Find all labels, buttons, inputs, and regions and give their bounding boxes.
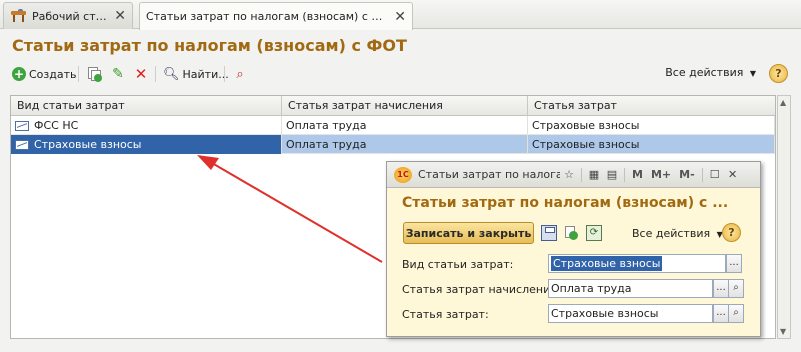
save-and-close-button[interactable]: Записать и закрыть <box>403 222 534 244</box>
cell-text: ФСС НС <box>34 118 79 132</box>
open-icon[interactable]: ⌕ <box>728 279 744 298</box>
select-button[interactable]: ... <box>713 304 729 323</box>
toolbar-divider <box>224 66 225 82</box>
item-form-window: 1C Статьи затрат по налогам... ☆ ▦ ▤ M M… <box>386 161 761 337</box>
cancel-search-button[interactable]: ⌕ <box>232 64 248 84</box>
all-actions-label: Все действия <box>632 227 711 240</box>
table-header: Вид статьи затрат Статья затрат начислен… <box>11 96 775 116</box>
copy-icon <box>86 66 102 82</box>
table-cell: ФСС НС <box>11 116 282 135</box>
copy-button[interactable] <box>86 64 102 84</box>
window-titlebar: 1C Статьи затрат по налогам... ☆ ▦ ▤ M M… <box>387 162 760 188</box>
desktop-icon <box>10 9 27 23</box>
table-cell: Оплата труда <box>282 135 528 154</box>
page-title: Статьи затрат по налогам (взносам) с ФОТ <box>12 36 407 55</box>
tab-strip: Рабочий стол ✕ Статьи затрат по налогам … <box>0 0 801 30</box>
toolbar-divider <box>155 66 156 82</box>
table-cell: Страховые взносы <box>11 135 282 154</box>
help-button[interactable]: ? <box>769 64 788 83</box>
close-icon[interactable]: ✕ <box>114 8 126 24</box>
chevron-down-icon: ▼ <box>749 69 756 78</box>
close-icon[interactable]: ✕ <box>394 9 406 25</box>
field-label-cost: Статья затрат: <box>402 308 489 321</box>
column-header[interactable]: Статья затрат <box>528 96 775 116</box>
plus-icon: + <box>12 67 26 81</box>
find-button-label: Найти... <box>182 67 229 81</box>
delete-button[interactable]: ✕ <box>133 64 149 84</box>
tab-desktop-label: Рабочий стол <box>32 9 109 23</box>
column-header[interactable]: Вид статьи затрат <box>11 96 282 116</box>
pencil-icon: ✎ <box>112 66 124 82</box>
delete-icon: ✕ <box>134 65 148 83</box>
edit-button[interactable]: ✎ <box>110 64 126 84</box>
accrual-field[interactable]: Оплата труда <box>548 279 713 298</box>
all-actions-menu[interactable]: Все действия ▼ <box>632 227 723 240</box>
window-title: Статьи затрат по налогам... <box>418 168 560 181</box>
maximize-icon[interactable]: ☐ <box>706 166 724 184</box>
tab-desktop[interactable]: Рабочий стол ✕ <box>3 2 133 29</box>
close-icon[interactable]: ✕ <box>724 166 742 184</box>
memory-minus-button[interactable]: M- <box>679 168 695 181</box>
kind-field-value: Страховые взносы <box>551 256 663 271</box>
create-button-label: Создать <box>29 67 77 81</box>
calendar-icon[interactable]: ▤ <box>603 166 621 184</box>
all-actions-label: Все действия <box>665 66 744 79</box>
calculator-icon[interactable]: ▦ <box>585 166 603 184</box>
cancel-search-icon: ⌕ <box>236 66 244 82</box>
item-icon <box>15 139 29 150</box>
memory-button[interactable]: M <box>632 168 643 181</box>
titlebar-divider <box>624 167 625 182</box>
bookmark-icon[interactable]: ☆ <box>560 166 578 184</box>
search-icon: 🔍︎ <box>163 66 180 82</box>
cell-text: Страховые взносы <box>34 137 142 151</box>
create-button[interactable]: + Создать <box>12 64 77 84</box>
memory-plus-button[interactable]: M+ <box>651 168 671 181</box>
refresh-icon[interactable]: ⟳ <box>586 225 602 241</box>
all-actions-menu[interactable]: Все действия ▼ <box>665 66 756 79</box>
kind-field[interactable]: Страховые взносы <box>548 254 726 273</box>
select-button[interactable]: ... <box>713 279 729 298</box>
item-icon <box>15 120 29 131</box>
1c-logo-icon: 1C <box>394 166 412 183</box>
table-row-selected[interactable]: Страховые взносы Оплата труда Страховые … <box>11 135 775 154</box>
select-button[interactable]: ... <box>726 254 742 273</box>
table-row[interactable]: ФСС НС Оплата труда Страховые взносы <box>11 116 775 135</box>
find-button[interactable]: 🔍︎ Найти... <box>163 64 229 84</box>
table-cell: Страховые взносы <box>528 116 775 135</box>
column-header[interactable]: Статья затрат начисления <box>282 96 528 116</box>
table-cell: Оплата труда <box>282 116 528 135</box>
open-icon[interactable]: ⌕ <box>728 304 744 323</box>
save-icon[interactable] <box>541 225 557 241</box>
field-label-accrual: Статья затрат начисления: <box>402 283 561 296</box>
toolbar-divider <box>78 66 79 82</box>
form-title: Статьи затрат по налогам (взносам) с ... <box>402 195 729 211</box>
help-button[interactable]: ? <box>722 223 741 242</box>
field-label-kind: Вид статьи затрат: <box>402 258 514 271</box>
toolbar: + Создать ✎ ✕ 🔍︎ Найти... ⌕ Все действия… <box>10 62 792 86</box>
cost-field[interactable]: Страховые взносы <box>548 304 713 323</box>
tab-cost-items-label: Статьи затрат по налогам (взносам) с ФОТ <box>146 10 389 23</box>
tab-cost-items[interactable]: Статьи затрат по налогам (взносам) с ФОТ… <box>139 2 413 30</box>
titlebar-divider <box>581 167 582 182</box>
copy-icon[interactable] <box>563 225 579 241</box>
vertical-scrollbar[interactable]: ▲ ▼ <box>777 95 791 339</box>
scroll-down-icon[interactable]: ▼ <box>780 327 786 336</box>
table-cell: Страховые взносы <box>528 135 775 154</box>
titlebar-divider <box>701 167 703 182</box>
scroll-up-icon[interactable]: ▲ <box>780 98 786 107</box>
